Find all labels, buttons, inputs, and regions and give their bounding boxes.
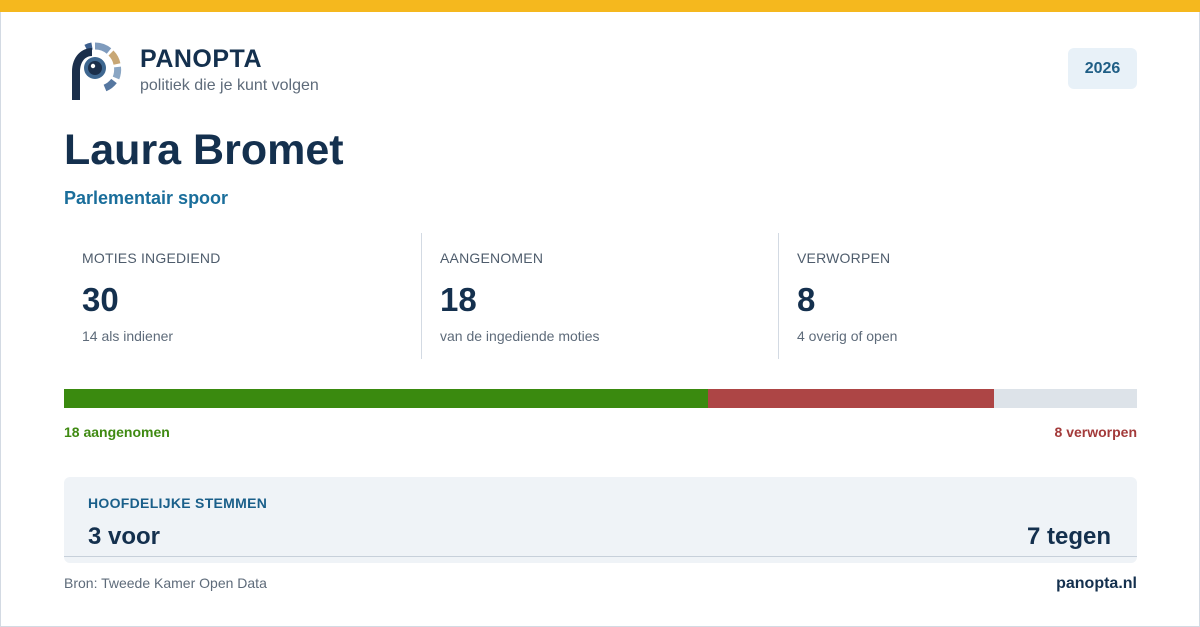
legend-rejected: 8 verworpen: [1054, 424, 1137, 440]
bar-segment-accepted: [64, 389, 708, 408]
top-accent-stripe: [0, 0, 1200, 12]
stat-value: 30: [82, 281, 119, 318]
stat-verworpen: VERWORPEN 8 4 overig of open: [778, 233, 1135, 359]
brand-tagline: politiek die je kunt volgen: [140, 77, 319, 94]
person-name: Laura Bromet: [64, 126, 344, 174]
stat-label: MOTIES INGEDIEND: [82, 250, 221, 266]
stat-moties-ingediend: MOTIES INGEDIEND 30 14 als indiener: [64, 233, 421, 359]
bar-segment-rejected: [707, 389, 994, 408]
roll-call-votes-panel: HOOFDELIJKE STEMMEN 3 voor 7 tegen: [64, 477, 1137, 563]
stat-value: 8: [797, 281, 816, 318]
legend-accepted: 18 aangenomen: [64, 424, 170, 440]
votes-against: 7 tegen: [1026, 523, 1111, 550]
track-label: Parlementair spoor: [64, 188, 229, 208]
votes-title: HOOFDELIJKE STEMMEN: [88, 495, 268, 511]
panel-divider: [64, 556, 1137, 557]
stat-subtext: 4 overig of open: [797, 328, 898, 344]
stat-subtext: van de ingediende moties: [440, 328, 600, 344]
votes-for: 3 voor: [88, 523, 161, 550]
stat-subtext: 14 als indiener: [82, 328, 174, 344]
site-link[interactable]: panopta.nl: [1056, 575, 1137, 593]
panopta-eye-logo-icon: [72, 42, 122, 100]
brand-name: PANOPTA: [140, 45, 263, 73]
stat-aangenomen: AANGENOMEN 18 van de ingediende moties: [421, 233, 778, 359]
source-note: Bron: Tweede Kamer Open Data: [64, 575, 267, 591]
stat-label: AANGENOMEN: [440, 250, 544, 266]
motion-outcome-bar: [64, 389, 1137, 408]
stat-label: VERWORPEN: [797, 250, 891, 266]
stat-value: 18: [440, 281, 477, 318]
year-badge: 2026: [1068, 48, 1137, 89]
